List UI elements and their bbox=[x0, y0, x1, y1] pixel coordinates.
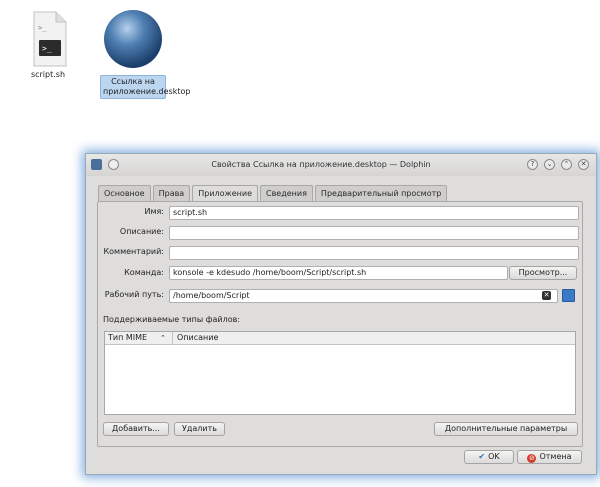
ok-button[interactable]: ✔ OK bbox=[464, 450, 514, 464]
name-field[interactable]: script.sh bbox=[169, 206, 579, 220]
maximize-icon[interactable]: ⌃ bbox=[561, 159, 572, 170]
select-folder-icon[interactable] bbox=[562, 289, 575, 302]
cancel-button-label: Отмена bbox=[539, 452, 572, 461]
comment-label: Комментарий: bbox=[103, 247, 164, 256]
app-link-sphere-icon bbox=[104, 10, 162, 68]
clear-field-icon[interactable]: ✕ bbox=[542, 291, 551, 300]
description-field[interactable] bbox=[169, 226, 579, 240]
comment-field[interactable] bbox=[169, 246, 579, 260]
remove-mime-button[interactable]: Удалить bbox=[174, 422, 225, 436]
desktop-icon-app-link[interactable]: Ссылка на приложение.desktop bbox=[100, 8, 190, 99]
svg-text:>_: >_ bbox=[38, 24, 47, 32]
command-label: Команда: bbox=[124, 268, 164, 277]
script-file-icon: >_ >_ bbox=[33, 11, 67, 67]
mime-table-header: Тип MIME ⌃ Описание bbox=[105, 332, 575, 345]
mime-section-label: Поддерживаемые типы файлов: bbox=[103, 315, 241, 324]
dialog-title: Свойства Ссылка на приложение.desktop — … bbox=[211, 160, 431, 169]
workdir-field[interactable]: /home/boom/Script bbox=[169, 289, 558, 303]
script-file-label: script.sh bbox=[30, 70, 66, 79]
minimize-icon[interactable]: ⌄ bbox=[544, 159, 555, 170]
description-label: Описание: bbox=[119, 227, 164, 236]
tab-bar: Основное Права Приложение Сведения Предв… bbox=[98, 185, 449, 202]
help-icon[interactable]: ? bbox=[527, 159, 538, 170]
ok-check-icon: ✔ bbox=[478, 452, 486, 461]
ok-button-label: OK bbox=[488, 452, 500, 461]
browse-button[interactable]: Просмотр... bbox=[509, 266, 577, 280]
workdir-label: Рабочий путь: bbox=[104, 290, 164, 299]
cancel-icon: ⊘ bbox=[527, 454, 537, 463]
mime-description-column[interactable]: Описание bbox=[172, 332, 218, 344]
mime-types-table[interactable]: Тип MIME ⌃ Описание bbox=[104, 331, 576, 415]
close-icon[interactable]: ✕ bbox=[578, 159, 589, 170]
dialog-app-icon[interactable] bbox=[91, 159, 102, 170]
cancel-button[interactable]: ⊘ Отмена bbox=[517, 450, 582, 464]
tab-general[interactable]: Основное bbox=[98, 185, 151, 201]
sort-ascending-icon: ⌃ bbox=[160, 334, 166, 342]
mime-type-column[interactable]: Тип MIME bbox=[108, 332, 147, 344]
name-label: Имя: bbox=[144, 207, 164, 216]
add-mime-button[interactable]: Добавить... bbox=[103, 422, 169, 436]
advanced-options-button[interactable]: Дополнительные параметры bbox=[434, 422, 578, 436]
svg-text:>_: >_ bbox=[42, 44, 52, 53]
tab-application[interactable]: Приложение bbox=[192, 185, 258, 202]
desktop-icon-script[interactable]: >_ >_ script.sh bbox=[24, 10, 72, 80]
tab-preview[interactable]: Предварительный просмотр bbox=[314, 185, 448, 201]
pin-icon[interactable] bbox=[108, 159, 119, 170]
app-link-label: Ссылка на приложение.desktop bbox=[100, 75, 190, 99]
tab-details[interactable]: Сведения bbox=[260, 185, 313, 201]
tab-permissions[interactable]: Права bbox=[152, 185, 191, 201]
dialog-titlebar[interactable]: Свойства Ссылка на приложение.desktop — … bbox=[86, 154, 596, 176]
command-field[interactable]: konsole -e kdesudo /home/boom/Script/scr… bbox=[169, 266, 508, 280]
